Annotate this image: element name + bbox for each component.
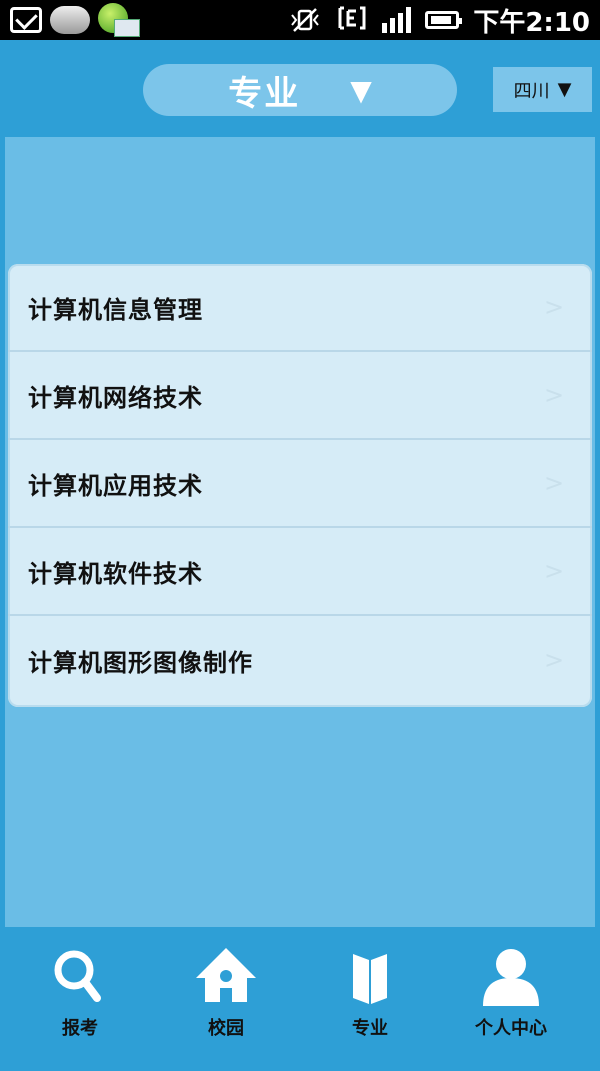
major-item-label: 计算机网络技术 [28,383,203,412]
clock: 下午2:10 [473,7,590,38]
region-selector[interactable]: 四川 ▼ [493,67,592,112]
major-item[interactable]: 计算机网络技术 > [8,352,592,440]
mail-icon [10,7,42,33]
major-item[interactable]: 计算机信息管理 > [8,264,592,352]
chevron-right-icon: > [544,469,565,497]
tab-campus[interactable]: 校园 [151,930,301,1071]
tab-major[interactable]: 专业 [295,930,445,1071]
cloud-icon [50,6,90,34]
major-list: 计算机信息管理 > 计算机网络技术 > 计算机应用技术 > 计算机软件技术 > … [8,264,592,707]
chevron-right-icon: > [544,293,565,321]
major-title-dropdown[interactable]: 专业 ▼ [143,64,457,116]
vibrate-off-icon [288,7,322,33]
signal-icon [382,7,412,33]
search-icon [5,948,155,1008]
tab-profile[interactable]: 个人中心 [436,930,586,1071]
region-arrow-icon: ▼ [557,79,572,100]
major-item[interactable]: 计算机软件技术 > [8,528,592,616]
book-icon [295,948,445,1008]
data-icon [336,5,368,35]
system-icons: 下午2:10 [288,0,590,40]
tab-label: 个人中心 [475,1018,547,1039]
major-item-label: 计算机软件技术 [28,559,203,588]
house-icon [151,948,301,1008]
region-label: 四川 [513,80,550,102]
person-icon [436,948,586,1008]
page-title: 专业 [228,73,301,114]
notification-icons [10,3,140,37]
chevron-right-icon: > [544,381,565,409]
tab-label: 报考 [62,1018,98,1039]
bottom-tab-bar: 报考 校园 专业 个人中心 [0,930,600,1071]
tab-label: 专业 [352,1018,388,1039]
tab-label: 校园 [208,1018,244,1039]
app-notification-icon [98,3,140,37]
major-item-label: 计算机信息管理 [28,295,203,324]
tab-baokao[interactable]: 报考 [5,930,155,1071]
chevron-right-icon: > [544,646,565,674]
major-item[interactable]: 计算机应用技术 > [8,440,592,528]
major-item-label: 计算机应用技术 [28,471,203,500]
major-item[interactable]: 计算机图形图像制作 > [8,616,592,704]
chevron-right-icon: > [544,557,565,585]
dropdown-arrow-icon: ▼ [350,73,372,107]
battery-icon [425,11,463,29]
major-item-label: 计算机图形图像制作 [28,648,253,677]
status-bar: 下午2:10 [0,0,600,40]
